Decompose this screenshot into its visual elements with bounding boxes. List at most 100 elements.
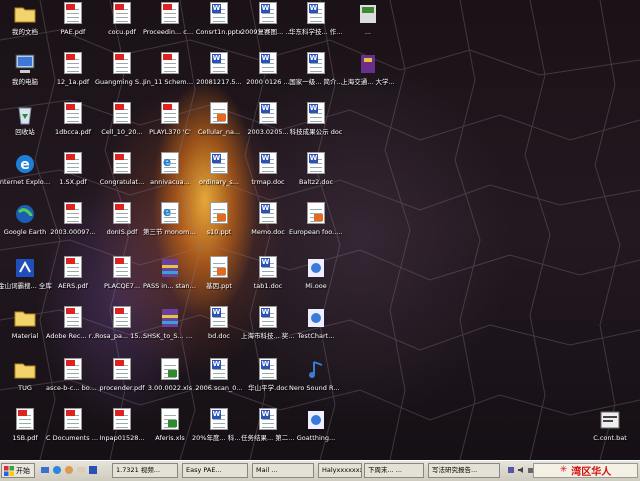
desktop-icon-label: 科技成果公示 doc	[289, 128, 343, 136]
desktop-icon[interactable]: ...	[341, 2, 395, 36]
desktop-icon[interactable]: Guangming Shell Struc...	[95, 52, 149, 86]
desktop-icon[interactable]: 国家一级... 简介...	[289, 52, 343, 86]
desktop-icon[interactable]: 1dbcca.pdf	[46, 102, 100, 136]
desktop-icon[interactable]: 金山词霸搜... 全库	[0, 256, 52, 290]
desktop-icon[interactable]: Jin_11 Scheme_...	[143, 52, 197, 86]
taskbar-window-button[interactable]: 1.7321 视频...	[112, 463, 178, 478]
ime-status-bar[interactable]: ✳ 湾区华人	[533, 463, 638, 478]
desktop-icon[interactable]: PLAYL370 'C'	[143, 102, 197, 136]
desktop-icon[interactable]: Adobe Rec... reader.pdf	[46, 306, 100, 340]
desktop-icon[interactable]: C Documents and Sett...	[46, 408, 100, 442]
desktop-icon-label: Nero Sound Recorder	[289, 384, 343, 392]
desktop-icon[interactable]: TUG	[0, 358, 52, 392]
desktop-icon[interactable]: 上海交通... 大学...	[341, 52, 395, 86]
network-icon[interactable]	[507, 466, 515, 474]
desktop-icon[interactable]: 基因.ppt	[192, 256, 246, 290]
pdf-file-icon	[61, 2, 85, 26]
pdf-file-icon	[61, 358, 85, 382]
desktop-icon[interactable]: e Internet Explorer	[0, 152, 52, 186]
desktop-icon[interactable]: PAE.pdf	[46, 2, 100, 36]
desktop-icon[interactable]: 2000 0126 ...	[241, 52, 295, 86]
desktop-icon[interactable]: trmap.doc	[241, 152, 295, 186]
pdf-file-icon	[158, 102, 182, 126]
desktop-icon[interactable]: Mi.ooe	[289, 256, 343, 290]
desktop-icon[interactable]: Google Earth	[0, 202, 52, 236]
desktop-icon[interactable]: 2009复赛图... 中文版.doc	[241, 2, 295, 36]
desktop-icon[interactable]: donIS.pdf	[95, 202, 149, 236]
taskbar-window-button[interactable]: Mail ...	[252, 463, 314, 478]
desktop-icon[interactable]: Goatthing...	[289, 408, 343, 442]
taskbar-window-button[interactable]: 下周末... ...	[364, 463, 424, 478]
html-file-icon	[158, 152, 182, 176]
desktop-icon[interactable]: 3.00.0022.xls	[143, 358, 197, 392]
pdf-file-icon	[110, 256, 134, 280]
taskbar-window-button[interactable]: Easy PAE...	[182, 463, 248, 478]
desktop-icon-label: Mi.ooe	[305, 282, 327, 290]
desktop-icon[interactable]: 我的电脑	[0, 52, 52, 86]
desktop-icon[interactable]: 华山平学.doc	[241, 358, 295, 392]
desktop-icon[interactable]: 2003.00097...	[46, 202, 100, 236]
desktop-icon[interactable]: Material	[0, 306, 52, 340]
desktop-icon-label: 1SB.pdf	[12, 434, 38, 442]
desktop-icon[interactable]: 2006.scan_0...	[192, 358, 246, 392]
desktop-icon[interactable]: PLACQE7...	[95, 256, 149, 290]
quick-launch-desktop-icon[interactable]	[40, 465, 50, 475]
excel-file-icon	[158, 358, 182, 382]
quick-launch-ie-icon[interactable]	[52, 465, 62, 475]
desktop-icon[interactable]: Proceedin... collected ...	[143, 2, 197, 36]
desktop-icon[interactable]: 上海市科技... 奖(综合)...	[241, 306, 295, 340]
desktop-icon[interactable]: C.cont.bat	[583, 408, 637, 442]
desktop-icon-label: 2009复赛图... 中文版.doc	[241, 28, 295, 36]
desktop-icon[interactable]: 第三节 monomer...	[143, 202, 197, 236]
desktop-icon[interactable]: ordinary_s...	[192, 152, 246, 186]
desktop-icon[interactable]: PASS in... standard...	[143, 256, 197, 290]
desktop-icon[interactable]: Consrt1n.pptx	[192, 2, 246, 36]
pdf-file-icon	[61, 306, 85, 330]
desktop-icon[interactable]: asce-b-c... book.pdf	[46, 358, 100, 392]
desktop-icon[interactable]: tab1.doc	[241, 256, 295, 290]
taskbar-window-button[interactable]: 写法研究报告...	[428, 463, 500, 478]
desktop-icon[interactable]: cocu.pdf	[95, 2, 149, 36]
desktop-icon[interactable]: 华东科学技... 作业报告	[289, 2, 343, 36]
desktop-icon[interactable]: 科技成果公示 doc	[289, 102, 343, 136]
word-document-icon	[207, 408, 231, 432]
desktop-icon[interactable]: 1.SX.pdf	[46, 152, 100, 186]
desktop-icon[interactable]: Inpap01528...	[95, 408, 149, 442]
quick-launch-media-icon[interactable]	[64, 465, 74, 475]
desktop-icon-label: 2003.0205...	[247, 128, 289, 136]
quick-launch-word-icon[interactable]	[88, 465, 98, 475]
desktop-icon[interactable]: Cell_10_20...	[95, 102, 149, 136]
desktop-icon[interactable]: AERS.pdf	[46, 256, 100, 290]
desktop-icon[interactable]: Rosa_pa... 15.pdf	[95, 306, 149, 340]
pdf-file-icon	[61, 52, 85, 76]
desktop-icon[interactable]: 20081217.5...	[192, 52, 246, 86]
volume-icon[interactable]	[517, 466, 525, 474]
batch-file-icon	[598, 408, 622, 432]
pdf-file-icon	[110, 306, 134, 330]
desktop-icon-label: 基因.ppt	[206, 282, 232, 290]
desktop-icon[interactable]: 任务结果... 第二版...	[241, 408, 295, 442]
desktop-icon[interactable]: 回收站	[0, 102, 52, 136]
desktop-icon[interactable]: Baltz2.doc	[289, 152, 343, 186]
taskbar-window-button[interactable]: Halyxxxxxxx...	[318, 463, 362, 478]
desktop-icon[interactable]: 我的文档	[0, 2, 52, 36]
desktop-icon[interactable]: Cellular_na...	[192, 102, 246, 136]
desktop-icon[interactable]: SHSK_to_S... material...	[143, 306, 197, 340]
desktop-icon[interactable]: Aferis.xls	[143, 408, 197, 442]
desktop-icon[interactable]: s10.ppt	[192, 202, 246, 236]
quick-launch-mail-icon[interactable]	[76, 465, 86, 475]
desktop-icon-label: trmap.doc	[251, 178, 285, 186]
desktop-icon[interactable]: 2003.0205...	[241, 102, 295, 136]
desktop-icon[interactable]: bd.doc	[192, 306, 246, 340]
desktop-icon[interactable]: 12_1a.pdf	[46, 52, 100, 86]
desktop-icon[interactable]: 1SB.pdf	[0, 408, 52, 442]
desktop-icon[interactable]: procender.pdf	[95, 358, 149, 392]
desktop-icon[interactable]: 20%年度... 科技奖...	[192, 408, 246, 442]
desktop-icon[interactable]: Nero Sound Recorder	[289, 358, 343, 392]
start-button[interactable]: 开始	[1, 463, 35, 478]
desktop-icon[interactable]: Congratulat...	[95, 152, 149, 186]
desktop-icon[interactable]: TestChart...	[289, 306, 343, 340]
desktop-icon[interactable]: annivacua...	[143, 152, 197, 186]
desktop-icon[interactable]: European foo... ture.ppt	[289, 202, 343, 236]
desktop-icon[interactable]: Memo.doc	[241, 202, 295, 236]
